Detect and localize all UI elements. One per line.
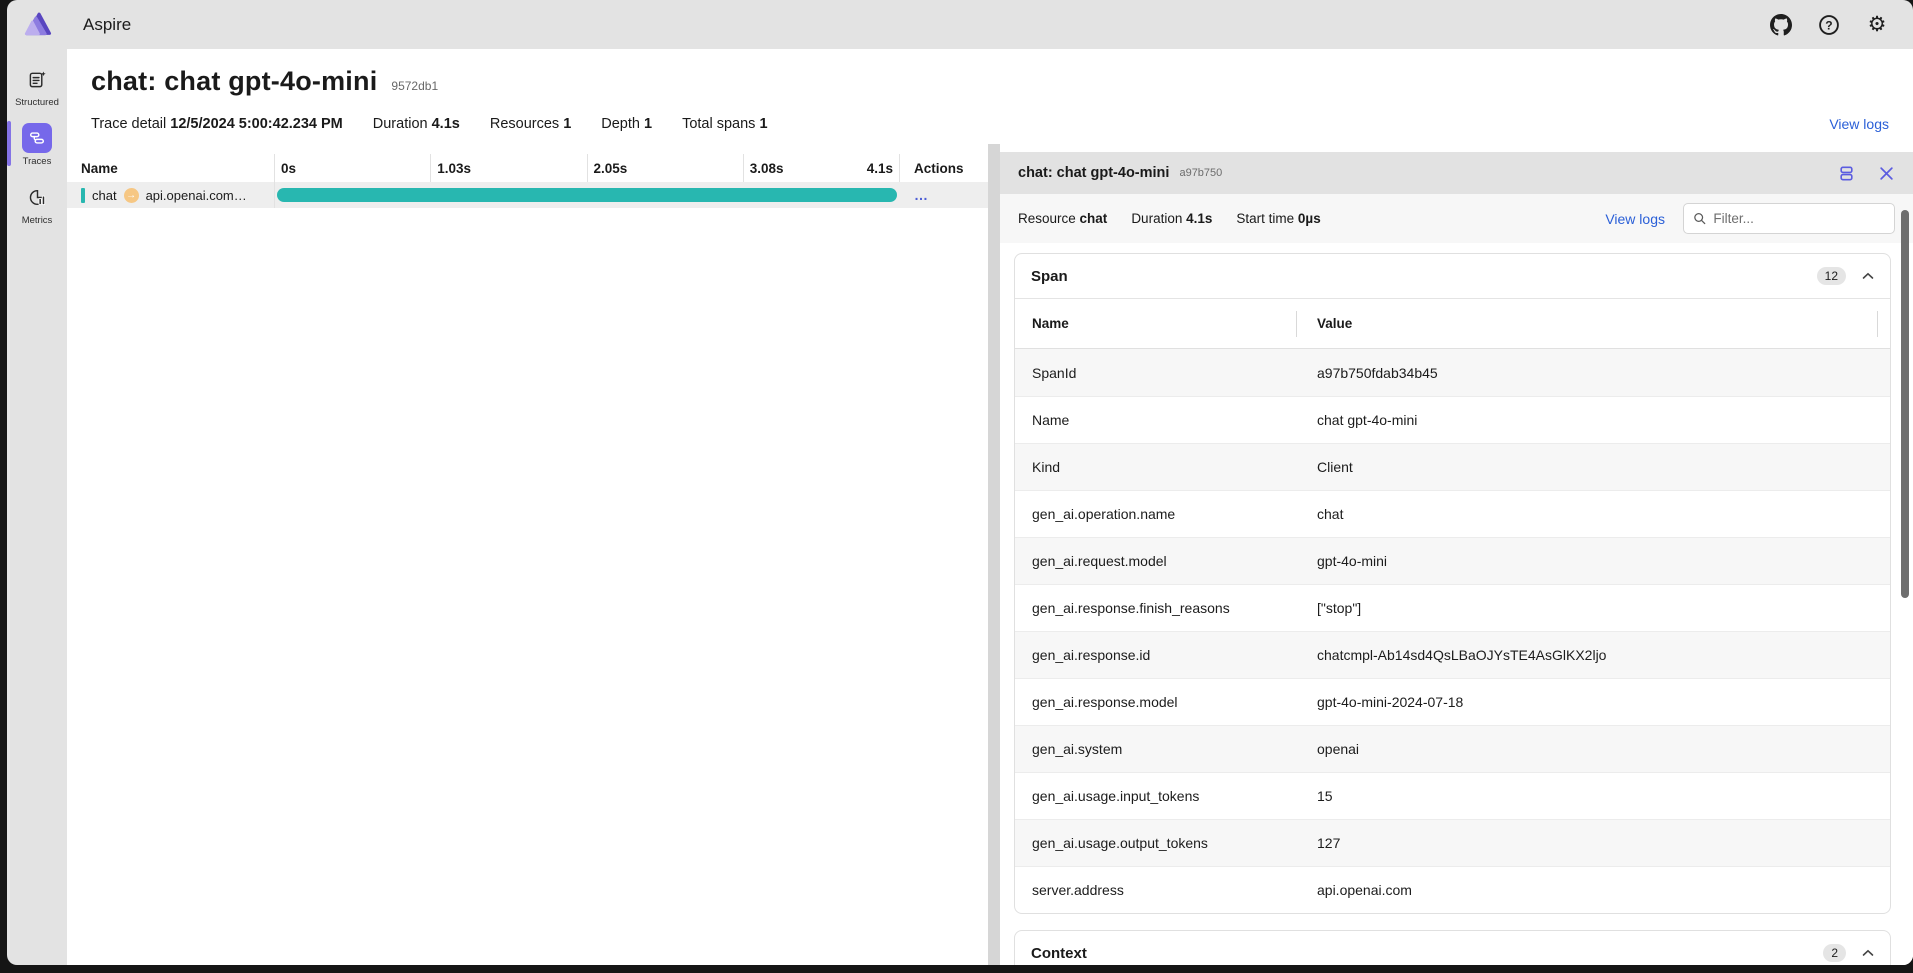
left-nav-sidebar: Structured Traces: [7, 49, 67, 965]
sidebar-item-label: Traces: [23, 156, 52, 167]
top-bar: Aspire ? ⚙: [7, 0, 1913, 49]
timeline-tick: 2.05s: [588, 154, 744, 182]
traces-icon: [22, 123, 52, 153]
span-color-bar: [81, 188, 85, 203]
attr-name-header: Name: [1015, 311, 1297, 337]
chevron-up-icon[interactable]: [1862, 272, 1874, 280]
attr-row: gen_ai.response.finish_reasons["stop"]: [1015, 584, 1890, 631]
attr-row: gen_ai.usage.input_tokens15: [1015, 772, 1890, 819]
detail-duration: Duration 4.1s: [1131, 211, 1212, 226]
settings-gear-icon[interactable]: ⚙: [1865, 13, 1889, 37]
chevron-up-icon[interactable]: [1862, 949, 1874, 957]
span-destination: api.openai.com…: [146, 188, 247, 203]
span-row-chat[interactable]: chat → api.openai.com… …: [67, 182, 988, 208]
search-icon: [1693, 211, 1706, 226]
attributes-table-header: Name Value: [1015, 299, 1890, 349]
aspire-logo: [7, 11, 67, 38]
sidebar-item-label: Structured: [15, 97, 59, 108]
attr-row: gen_ai.response.modelgpt-4o-mini-2024-07…: [1015, 678, 1890, 725]
panel-scrollbar-thumb[interactable]: [1901, 210, 1909, 598]
github-icon[interactable]: [1769, 13, 1793, 37]
app-window: Aspire ? ⚙: [7, 0, 1913, 965]
filter-input[interactable]: [1713, 211, 1885, 226]
attr-row: server.addressapi.openai.com: [1015, 866, 1890, 913]
attr-row: gen_ai.systemopenai: [1015, 725, 1890, 772]
span-duration-bar[interactable]: [277, 188, 897, 202]
context-section: Context 2: [1014, 930, 1891, 965]
page-header: chat: chat gpt-4o-mini 9572db1: [67, 49, 1913, 101]
aspire-logo-icon: [22, 11, 52, 38]
context-count-badge: 2: [1823, 944, 1846, 962]
detail-start-time: Start time 0µs: [1236, 211, 1320, 226]
app-title: Aspire: [83, 15, 131, 35]
context-section-title: Context: [1031, 945, 1087, 962]
destination-arrow-icon: →: [124, 188, 139, 203]
span-id-short: a97b750: [1179, 167, 1222, 179]
trace-depth: Depth 1: [601, 116, 652, 132]
panel-view-logs-link[interactable]: View logs: [1605, 211, 1665, 227]
span-name: chat: [92, 188, 117, 203]
trace-resources: Resources 1: [490, 116, 571, 132]
split-panel-icon[interactable]: [1837, 164, 1855, 182]
page-title: chat: chat gpt-4o-mini: [91, 66, 377, 97]
span-section-title: Span: [1031, 268, 1068, 285]
span-section: Span 12 Name Value: [1014, 253, 1891, 914]
row-actions-menu[interactable]: …: [914, 187, 930, 203]
help-icon[interactable]: ?: [1817, 13, 1841, 37]
detail-panel-title: chat: chat gpt-4o-mini: [1018, 165, 1169, 181]
attr-value-header: Value: [1297, 311, 1878, 337]
span-detail-panel: chat: chat gpt-4o-mini a97b750: [1000, 144, 1913, 965]
attr-row: KindClient: [1015, 443, 1890, 490]
context-section-header[interactable]: Context 2: [1015, 931, 1890, 965]
filter-box: [1683, 203, 1895, 234]
trace-id-short: 9572db1: [391, 79, 438, 93]
detail-panel-subheader: Resource chat Duration 4.1s Start time 0…: [1000, 194, 1913, 243]
attr-row: Namechat gpt-4o-mini: [1015, 396, 1890, 443]
sidebar-item-structured[interactable]: Structured: [7, 57, 67, 116]
attr-row: gen_ai.usage.output_tokens127: [1015, 819, 1890, 866]
detail-resource: Resource chat: [1018, 211, 1107, 226]
span-section-header[interactable]: Span 12: [1015, 254, 1890, 299]
attr-row: gen_ai.operation.namechat: [1015, 490, 1890, 537]
trace-detail-toolbar: Trace detail 12/5/2024 5:00:42.234 PM Du…: [67, 101, 1913, 144]
span-bar-track: [275, 182, 900, 208]
detail-panel-header: chat: chat gpt-4o-mini a97b750: [1000, 152, 1913, 194]
attr-row: gen_ai.request.modelgpt-4o-mini: [1015, 537, 1890, 584]
attr-row: SpanIda97b750fdab34b45: [1015, 349, 1890, 396]
pane-splitter[interactable]: [988, 144, 1000, 965]
timeline-tick: 0s: [275, 154, 431, 182]
metrics-icon: [22, 182, 52, 212]
timeline-name-header: Name: [67, 154, 275, 182]
timeline-tick: 3.08s 4.1s: [744, 154, 900, 182]
detail-panel-content: Span 12 Name Value: [1000, 243, 1913, 965]
span-count-badge: 12: [1817, 267, 1846, 285]
timeline-tick: 1.03s: [431, 154, 587, 182]
timeline-actions-header: Actions: [900, 154, 988, 182]
structured-logs-icon: [22, 64, 52, 94]
timeline-end-tick: 4.1s: [867, 161, 893, 176]
trace-total-spans: Total spans 1: [682, 116, 767, 132]
svg-text:?: ?: [1825, 18, 1832, 32]
sidebar-item-label: Metrics: [22, 215, 53, 226]
trace-duration: Duration 4.1s: [373, 116, 460, 132]
trace-timeline-pane: Name 0s 1.03s 2.05s 3.08s 4.1s Actions: [67, 144, 988, 965]
attributes-table: SpanIda97b750fdab34b45 Namechat gpt-4o-m…: [1015, 349, 1890, 913]
attr-row: gen_ai.response.idchatcmpl-Ab14sd4QsLBaO…: [1015, 631, 1890, 678]
timeline-header-row: Name 0s 1.03s 2.05s 3.08s 4.1s Actions: [67, 154, 988, 182]
trace-detail-timestamp: Trace detail 12/5/2024 5:00:42.234 PM: [91, 116, 343, 132]
sidebar-item-traces[interactable]: Traces: [7, 116, 67, 175]
close-icon[interactable]: [1877, 164, 1895, 182]
view-logs-link[interactable]: View logs: [1829, 116, 1889, 132]
sidebar-item-metrics[interactable]: Metrics: [7, 175, 67, 234]
